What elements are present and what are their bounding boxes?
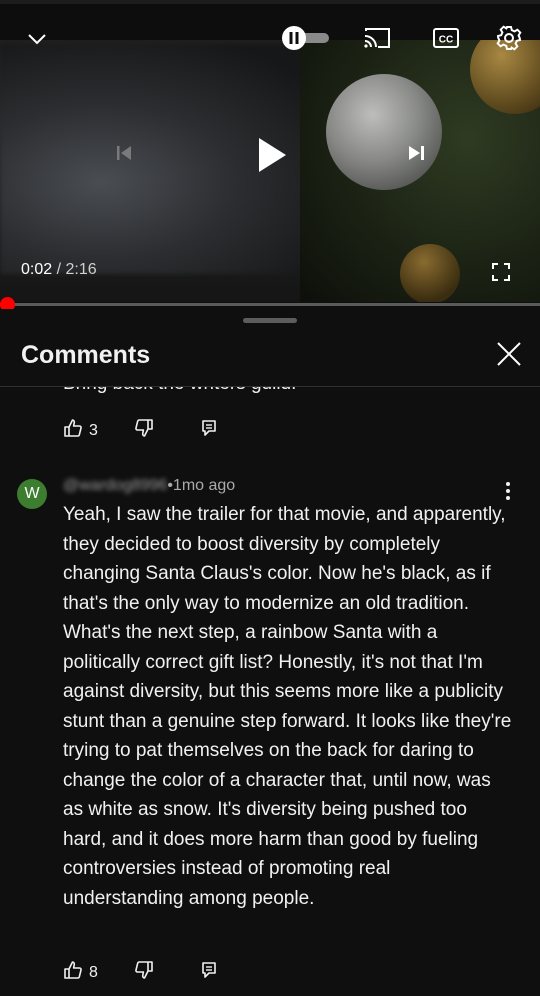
- reply-button[interactable]: [200, 419, 218, 442]
- avatar[interactable]: W: [17, 479, 47, 509]
- video-frame-ornament: [326, 74, 442, 190]
- header-divider: [0, 386, 540, 387]
- comments-panel: Comments Bring back the writers guild! 3…: [0, 309, 540, 996]
- cast-icon[interactable]: [360, 23, 394, 53]
- play-icon[interactable]: [250, 132, 294, 178]
- comment-text: Yeah, I saw the trailer for that movie, …: [63, 504, 512, 909]
- like-button[interactable]: 3: [63, 418, 98, 443]
- skip-next-icon[interactable]: [402, 138, 432, 168]
- video-frame-ornament-gold-small: [400, 244, 460, 302]
- skip-previous-icon[interactable]: [110, 138, 138, 168]
- comment-meta: @wardog8996 • 1mo ago: [63, 477, 235, 495]
- previous-comment-actions: 3: [63, 418, 218, 443]
- dislike-button[interactable]: [134, 418, 154, 443]
- reply-icon: [200, 961, 218, 984]
- reply-icon: [200, 419, 218, 442]
- current-time: 0:02: [21, 261, 53, 278]
- like-count: 3: [89, 421, 98, 439]
- like-button[interactable]: 8: [63, 960, 98, 985]
- reply-button[interactable]: [200, 961, 218, 984]
- duration: 2:16: [65, 261, 97, 278]
- thumbs-down-icon: [134, 960, 154, 985]
- autoplay-toggle-icon[interactable]: [281, 23, 331, 53]
- comment-age: 1mo ago: [172, 477, 236, 494]
- like-count: 8: [89, 963, 98, 981]
- playback-time: 0:02 / 2:16: [21, 261, 97, 279]
- comment-actions: 8: [63, 960, 218, 985]
- captions-icon[interactable]: CC: [430, 23, 462, 53]
- close-icon[interactable]: [492, 337, 526, 371]
- thumbs-down-icon: [134, 418, 154, 443]
- svg-text:CC: CC: [439, 35, 453, 46]
- previous-comment-text: Bring back the writers guild!: [63, 373, 297, 394]
- video-player[interactable]: CC 0:02 / 2:16: [0, 4, 540, 302]
- progress-bar[interactable]: [0, 303, 540, 306]
- thumbs-up-icon: [63, 418, 83, 443]
- drag-handle[interactable]: [243, 318, 297, 323]
- fullscreen-icon[interactable]: [488, 259, 514, 285]
- comments-title: Comments: [21, 341, 151, 369]
- gear-icon[interactable]: [493, 22, 525, 54]
- time-separator: /: [52, 261, 66, 278]
- chevron-down-icon[interactable]: [22, 24, 52, 54]
- dislike-button[interactable]: [134, 960, 154, 985]
- thumbs-up-icon: [63, 960, 83, 985]
- comment-author[interactable]: @wardog8996: [63, 477, 167, 495]
